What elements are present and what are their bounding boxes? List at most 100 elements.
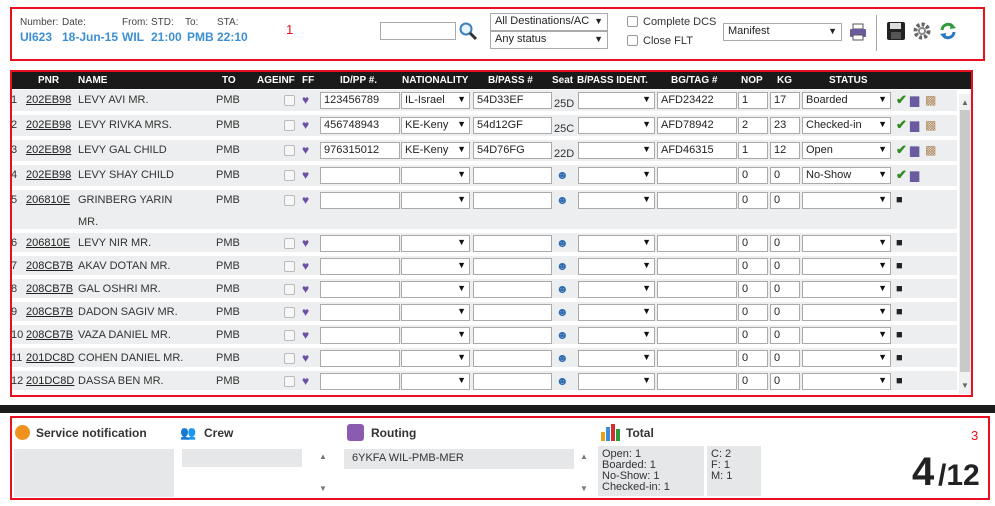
printer-icon[interactable]: ▆	[910, 168, 919, 182]
col-name[interactable]: NAME	[78, 75, 107, 86]
ff-heart-icon[interactable]: ♥	[302, 93, 309, 107]
bpass-input[interactable]: 54D33EF	[473, 92, 552, 109]
col-seat[interactable]: Seat	[552, 75, 573, 86]
ff-heart-icon[interactable]: ♥	[302, 143, 309, 157]
seat-map-person-icon[interactable]: ☻	[556, 236, 569, 250]
kg-input[interactable]: 0	[770, 350, 800, 367]
id-pp-input[interactable]	[320, 167, 400, 184]
printer-icon[interactable]: ▆	[910, 118, 919, 132]
col-bpass[interactable]: B/PASS #	[488, 75, 533, 86]
baggage-icon[interactable]: ▩	[925, 143, 936, 157]
id-pp-input[interactable]	[320, 304, 400, 321]
ageinf-checkbox[interactable]	[284, 376, 295, 387]
bpass-ident-select[interactable]: ▼	[578, 350, 655, 367]
seat-map-person-icon[interactable]: ☻	[556, 328, 569, 342]
save-icon[interactable]: ■	[896, 375, 903, 387]
bpass-input[interactable]: 54d12GF	[473, 117, 552, 134]
save-icon[interactable]: ■	[896, 352, 903, 364]
id-pp-input[interactable]	[320, 235, 400, 252]
col-nop[interactable]: NOP	[741, 75, 763, 86]
id-pp-input[interactable]	[320, 327, 400, 344]
nationality-select[interactable]: KE-Keny ▼	[401, 142, 470, 159]
ageinf-checkbox[interactable]	[284, 170, 295, 181]
search-input[interactable]	[380, 22, 456, 40]
status-select[interactable]: ▼	[802, 373, 891, 390]
bpass-ident-select[interactable]: ▼	[578, 92, 655, 109]
pnr-link[interactable]: 202EB98	[26, 169, 71, 181]
status-select[interactable]: Checked-in ▼	[802, 117, 891, 134]
nop-input[interactable]: 0	[738, 304, 768, 321]
pnr-link[interactable]: 202EB98	[26, 144, 71, 156]
nop-input[interactable]: 0	[738, 327, 768, 344]
ff-heart-icon[interactable]: ♥	[302, 118, 309, 132]
scroll-thumb[interactable]	[960, 110, 970, 372]
nationality-select[interactable]: ▼	[401, 350, 470, 367]
bgtag-input[interactable]	[657, 350, 737, 367]
ageinf-checkbox[interactable]	[284, 284, 295, 295]
col-ageinf[interactable]: AGEINF	[257, 75, 295, 86]
ff-heart-icon[interactable]: ♥	[302, 259, 309, 273]
col-nationality[interactable]: NATIONALITY	[402, 75, 468, 86]
bpass-ident-select[interactable]: ▼	[578, 117, 655, 134]
ageinf-checkbox[interactable]	[284, 195, 295, 206]
bpass-ident-select[interactable]: ▼	[578, 373, 655, 390]
kg-input[interactable]: 0	[770, 304, 800, 321]
seat-map-person-icon[interactable]: ☻	[556, 351, 569, 365]
ageinf-checkbox[interactable]	[284, 238, 295, 249]
bgtag-input[interactable]	[657, 258, 737, 275]
kg-input[interactable]: 0	[770, 281, 800, 298]
pnr-link[interactable]: 202EB98	[26, 119, 71, 131]
save-icon[interactable]	[886, 21, 906, 41]
bpass-input[interactable]	[473, 281, 552, 298]
nationality-select[interactable]: ▼	[401, 281, 470, 298]
ff-heart-icon[interactable]: ♥	[302, 282, 309, 296]
ff-heart-icon[interactable]: ♥	[302, 328, 309, 342]
nationality-select[interactable]: ▼	[401, 167, 470, 184]
bpass-input[interactable]	[473, 258, 552, 275]
nationality-select[interactable]: ▼	[401, 258, 470, 275]
save-icon[interactable]: ■	[896, 260, 903, 272]
bpass-ident-select[interactable]: ▼	[578, 167, 655, 184]
nationality-select[interactable]: ▼	[401, 373, 470, 390]
status-select[interactable]: ▼	[802, 304, 891, 321]
bpass-ident-select[interactable]: ▼	[578, 192, 655, 209]
save-icon[interactable]: ■	[896, 237, 903, 249]
col-to[interactable]: TO	[222, 75, 236, 86]
ageinf-checkbox[interactable]	[284, 95, 295, 106]
kg-input[interactable]: 0	[770, 235, 800, 252]
col-ff[interactable]: FF	[302, 75, 314, 86]
bgtag-input[interactable]	[657, 235, 737, 252]
seat-map-person-icon[interactable]: ☻	[556, 282, 569, 296]
scroll-up-icon[interactable]: ▲	[961, 98, 969, 107]
close-flt-checkbox[interactable]	[627, 35, 638, 46]
pnr-link[interactable]: 206810E	[26, 237, 70, 249]
status-select[interactable]: ▼	[802, 350, 891, 367]
ageinf-checkbox[interactable]	[284, 307, 295, 318]
col-bpass-ident[interactable]: B/PASS IDENT.	[577, 75, 648, 86]
kg-input[interactable]: 12	[770, 142, 800, 159]
col-pnr[interactable]: PNR	[38, 75, 59, 86]
id-pp-input[interactable]	[320, 350, 400, 367]
save-icon[interactable]: ■	[896, 329, 903, 341]
nationality-select[interactable]: ▼	[401, 304, 470, 321]
bpass-input[interactable]	[473, 304, 552, 321]
ff-heart-icon[interactable]: ♥	[302, 374, 309, 388]
bpass-input[interactable]: 54D76FG	[473, 142, 552, 159]
complete-dcs-checkbox[interactable]	[627, 16, 638, 27]
bpass-ident-select[interactable]: ▼	[578, 281, 655, 298]
printer-icon[interactable]: ▆	[910, 93, 919, 107]
nop-input[interactable]: 1	[738, 92, 768, 109]
ff-heart-icon[interactable]: ♥	[302, 305, 309, 319]
crew-scroll-up-icon[interactable]: ▲	[319, 452, 327, 461]
nop-input[interactable]: 0	[738, 281, 768, 298]
status-select[interactable]: ▼	[802, 258, 891, 275]
bpass-ident-select[interactable]: ▼	[578, 327, 655, 344]
nationality-select[interactable]: ▼	[401, 235, 470, 252]
pnr-link[interactable]: 201DC8D	[26, 375, 74, 387]
nop-input[interactable]: 0	[738, 350, 768, 367]
save-icon[interactable]: ■	[896, 194, 903, 206]
baggage-icon[interactable]: ▩	[925, 93, 936, 107]
status-select[interactable]: ▼	[802, 235, 891, 252]
bgtag-input[interactable]: AFD78942	[657, 117, 737, 134]
nop-input[interactable]: 0	[738, 192, 768, 209]
